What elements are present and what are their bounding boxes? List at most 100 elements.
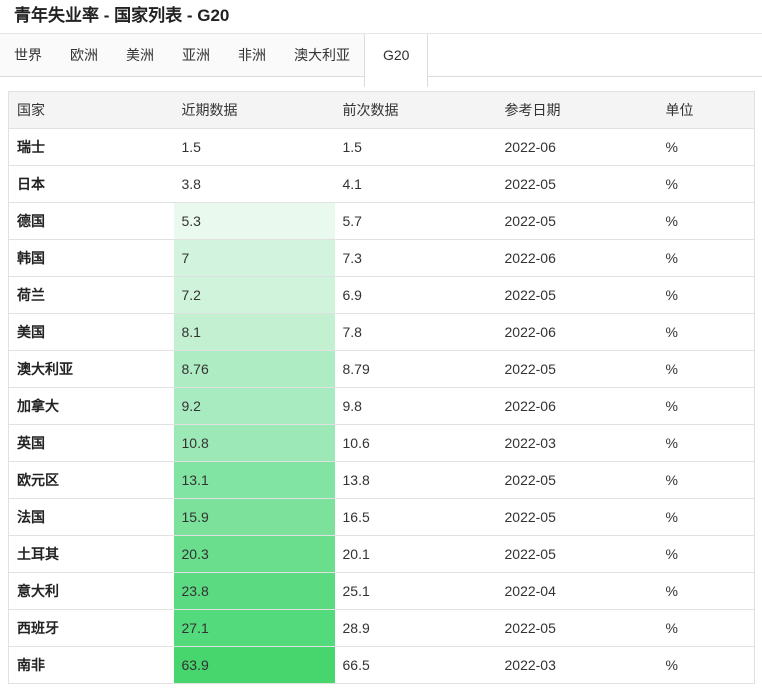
last-value-cell: 8.1 — [173, 313, 335, 351]
country-link[interactable]: 法国 — [8, 498, 174, 536]
table-row: 法国 15.9 16.5 2022-05% — [8, 498, 755, 536]
table-row: 南非 63.9 66.5 2022-03% — [8, 646, 755, 684]
column-header-2: 前次数据 — [334, 91, 497, 129]
tab-world[interactable]: 世界 — [0, 34, 56, 76]
previous-value-cell: 16.5 — [334, 498, 497, 536]
unit-cell: % — [657, 498, 755, 536]
reference-date-cell: 2022-04 — [496, 572, 658, 610]
unit-cell: % — [657, 350, 755, 388]
previous-value-cell: 1.5 — [334, 128, 497, 166]
region-tabs: 世界 欧洲 美洲 亚洲 非洲 澳大利亚 G20 — [0, 34, 762, 87]
tab-africa[interactable]: 非洲 — [224, 34, 280, 76]
tab-australia[interactable]: 澳大利亚 — [280, 34, 364, 76]
reference-date-cell: 2022-05 — [496, 350, 658, 388]
table-row: 荷兰 7.2 6.9 2022-05% — [8, 276, 755, 314]
previous-value-cell: 13.8 — [334, 461, 497, 499]
column-header-0: 国家 — [8, 91, 174, 129]
last-value-cell: 5.3 — [173, 202, 335, 240]
reference-date-cell: 2022-05 — [496, 165, 658, 203]
previous-value-cell: 5.7 — [334, 202, 497, 240]
titlebar: 青年失业率 - 国家列表 - G20 — [0, 0, 762, 34]
reference-date-cell: 2022-03 — [496, 646, 658, 684]
unit-cell: % — [657, 313, 755, 351]
column-header-4: 单位 — [657, 91, 755, 129]
country-link[interactable]: 日本 — [8, 165, 174, 203]
table-row: 加拿大 9.2 9.8 2022-06% — [8, 387, 755, 425]
table-row: 土耳其 20.3 20.1 2022-05% — [8, 535, 755, 573]
reference-date-cell: 2022-05 — [496, 276, 658, 314]
previous-value-cell: 66.5 — [334, 646, 497, 684]
reference-date-cell: 2022-05 — [496, 535, 658, 573]
country-link[interactable]: 西班牙 — [8, 609, 174, 647]
tab-asia[interactable]: 亚洲 — [168, 34, 224, 76]
country-link[interactable]: 韩国 — [8, 239, 174, 277]
unit-cell: % — [657, 535, 755, 573]
last-value-cell: 9.2 — [173, 387, 335, 425]
previous-value-cell: 8.79 — [334, 350, 497, 388]
reference-date-cell: 2022-06 — [496, 387, 658, 425]
country-link[interactable]: 美国 — [8, 313, 174, 351]
column-header-3: 参考日期 — [496, 91, 658, 129]
unit-cell: % — [657, 239, 755, 277]
last-value-cell: 63.9 — [173, 646, 335, 684]
country-link[interactable]: 澳大利亚 — [8, 350, 174, 388]
tab-g20[interactable]: G20 — [364, 34, 429, 87]
last-value-cell: 3.8 — [173, 165, 335, 203]
tab-europe[interactable]: 欧洲 — [56, 34, 112, 76]
last-value-cell: 23.8 — [173, 572, 335, 610]
unit-cell: % — [657, 424, 755, 462]
unit-cell: % — [657, 461, 755, 499]
region-tabs-group: 世界 欧洲 美洲 亚洲 非洲 澳大利亚 — [0, 34, 364, 77]
country-link[interactable]: 土耳其 — [8, 535, 174, 573]
table-row: 欧元区 13.1 13.8 2022-05% — [8, 461, 755, 499]
previous-value-cell: 20.1 — [334, 535, 497, 573]
table-row: 日本 3.8 4.1 2022-05% — [8, 165, 755, 203]
page-title: 青年失业率 - 国家列表 - G20 — [14, 6, 230, 25]
last-value-cell: 7.2 — [173, 276, 335, 314]
unit-cell: % — [657, 128, 755, 166]
table-row: 瑞士 1.5 1.5 2022-06% — [8, 128, 755, 166]
last-value-cell: 1.5 — [173, 128, 335, 166]
country-link[interactable]: 意大利 — [8, 572, 174, 610]
previous-value-cell: 4.1 — [334, 165, 497, 203]
country-link[interactable]: 荷兰 — [8, 276, 174, 314]
unit-cell: % — [657, 646, 755, 684]
reference-date-cell: 2022-05 — [496, 461, 658, 499]
country-link[interactable]: 南非 — [8, 646, 174, 684]
reference-date-cell: 2022-05 — [496, 609, 658, 647]
table-row: 澳大利亚 8.76 8.79 2022-05% — [8, 350, 755, 388]
last-value-cell: 13.1 — [173, 461, 335, 499]
table-row: 德国 5.3 5.7 2022-05% — [8, 202, 755, 240]
previous-value-cell: 7.8 — [334, 313, 497, 351]
table-row: 英国 10.8 10.6 2022-03% — [8, 424, 755, 462]
previous-value-cell: 28.9 — [334, 609, 497, 647]
unit-cell: % — [657, 165, 755, 203]
country-link[interactable]: 欧元区 — [8, 461, 174, 499]
unit-cell: % — [657, 572, 755, 610]
last-value-cell: 10.8 — [173, 424, 335, 462]
last-value-cell: 7 — [173, 239, 335, 277]
tabs-spacer — [428, 34, 762, 77]
last-value-cell: 20.3 — [173, 535, 335, 573]
table-row: 美国 8.1 7.8 2022-06% — [8, 313, 755, 351]
previous-value-cell: 9.8 — [334, 387, 497, 425]
unit-cell: % — [657, 609, 755, 647]
previous-value-cell: 25.1 — [334, 572, 497, 610]
table-row: 韩国 7 7.3 2022-06% — [8, 239, 755, 277]
tab-america[interactable]: 美洲 — [112, 34, 168, 76]
table-row: 意大利 23.8 25.1 2022-04% — [8, 572, 755, 610]
country-link[interactable]: 瑞士 — [8, 128, 174, 166]
unit-cell: % — [657, 387, 755, 425]
reference-date-cell: 2022-06 — [496, 313, 658, 351]
reference-date-cell: 2022-03 — [496, 424, 658, 462]
country-link[interactable]: 德国 — [8, 202, 174, 240]
reference-date-cell: 2022-05 — [496, 498, 658, 536]
column-header-1: 近期数据 — [173, 91, 335, 129]
reference-date-cell: 2022-05 — [496, 202, 658, 240]
country-link[interactable]: 加拿大 — [8, 387, 174, 425]
table-row: 西班牙 27.1 28.9 2022-05% — [8, 609, 755, 647]
last-value-cell: 27.1 — [173, 609, 335, 647]
last-value-cell: 8.76 — [173, 350, 335, 388]
last-value-cell: 15.9 — [173, 498, 335, 536]
country-link[interactable]: 英国 — [8, 424, 174, 462]
